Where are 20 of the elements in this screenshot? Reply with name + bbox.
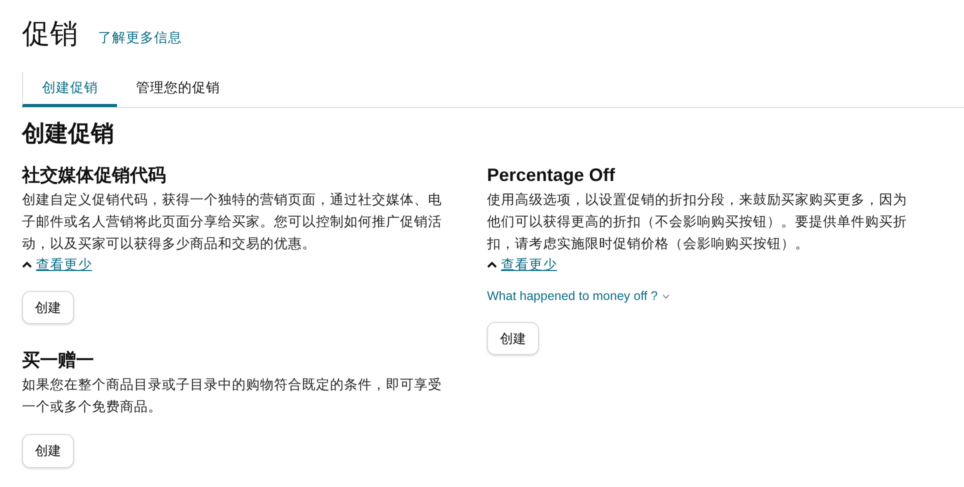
caret-up-icon <box>22 261 32 268</box>
learn-more-link[interactable]: 了解更多信息 <box>98 28 182 48</box>
create-button[interactable]: 创建 <box>22 434 74 468</box>
card-title: 社交媒体促销代码 <box>22 164 166 187</box>
card-title: 买一赠一 <box>22 349 94 372</box>
section-title: 创建促销 <box>20 119 115 148</box>
tab[interactable]: 创建促销 <box>22 72 117 108</box>
money-off-link[interactable]: What happened to money off ? <box>487 286 670 306</box>
card-description: 创建自定义促销代码，获得一个独特的营销页面，通过社交媒体、电子邮件或名人营销将此页面分享给买家。您可以控制如何推广促销活动，以及买家可以获得多少商品和交易的优惠。 <box>22 190 443 253</box>
card-title: Percentage Off <box>487 164 616 187</box>
caret-up-icon <box>487 261 497 268</box>
chevron-down-icon <box>662 294 670 299</box>
card-description: 使用高级选项，以设置促销的折扣分段，来鼓励买家购买更多，因为他们可以获得更高的折扣（不会影响购买按钮）。要提供单件购买折扣，请考虑实施限时促销价格（会影响购买按钮）。 <box>487 190 908 253</box>
page-title: 促销 <box>22 17 78 51</box>
card-description: 如果您在整个商品目录或子目录中的购物符合既定的条件，即可享受一个或多个免费商品。 <box>22 376 443 416</box>
show-less-link[interactable]: 查看更少 <box>487 254 557 275</box>
create-button[interactable]: 创建 <box>22 290 74 324</box>
create-button[interactable]: 创建 <box>487 322 539 355</box>
tab[interactable]: 管理您的促销 <box>117 72 239 108</box>
show-less-link[interactable]: 查看更少 <box>22 254 92 275</box>
